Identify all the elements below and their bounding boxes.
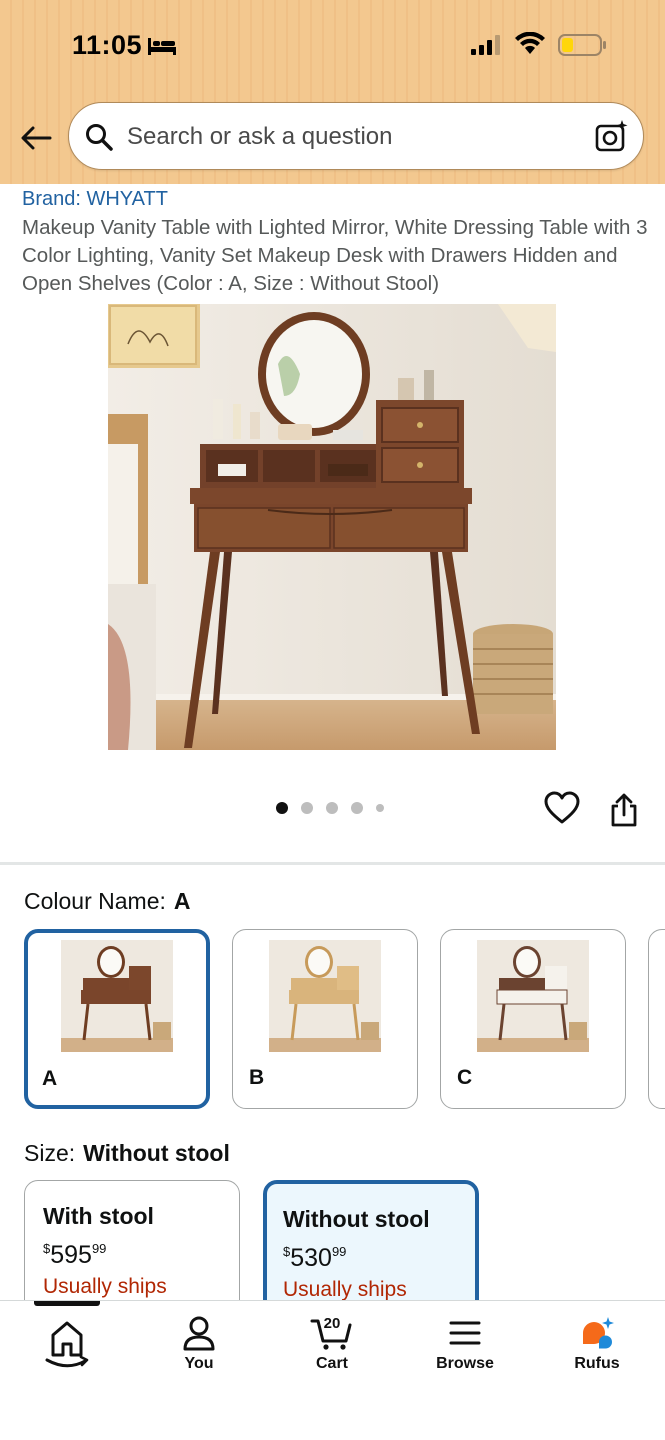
nav-cart[interactable]: 20 Cart [277, 1315, 387, 1373]
price-fraction: 99 [91, 1241, 107, 1256]
camera-search-icon[interactable] [595, 119, 629, 153]
nav-browse[interactable]: Browse [410, 1315, 520, 1373]
product-title: Makeup Vanity Table with Lighted Mirror,… [22, 216, 648, 295]
size-option-name: With stool [43, 1203, 154, 1229]
nav-home[interactable] [12, 1315, 122, 1375]
colour-thumbnail [269, 940, 381, 1052]
page-dot[interactable] [376, 804, 384, 812]
page-dot[interactable] [351, 802, 363, 814]
vanity-table-illustration [108, 304, 556, 750]
size-option-shipping: Usually ships [283, 1278, 407, 1301]
active-tab-indicator [34, 1301, 100, 1306]
colour-option-label: A [42, 1067, 58, 1090]
nav-label: Browse [436, 1355, 494, 1372]
size-option-with-stool[interactable]: With stool $59599 Usually ships [24, 1180, 240, 1320]
size-heading: Size: Without stool [24, 1140, 230, 1167]
price-whole: 595 [50, 1241, 92, 1269]
colour-option-c[interactable]: C [440, 929, 626, 1109]
heart-icon[interactable] [544, 791, 580, 825]
sleep-focus-icon [148, 38, 176, 55]
price-whole: 530 [290, 1244, 332, 1272]
colour-thumbnail [477, 940, 589, 1052]
bottom-navigation: You 20 Cart Browse Rufus [0, 1300, 665, 1440]
size-option-price: $59599 [43, 1241, 106, 1270]
brand-link[interactable]: Brand: WHYATT [22, 188, 168, 211]
search-placeholder: Search or ask a question [127, 123, 393, 150]
nav-rufus[interactable]: Rufus [542, 1315, 652, 1373]
colour-option-label: C [457, 1066, 473, 1089]
nav-label: Rufus [574, 1355, 620, 1372]
product-image[interactable] [108, 304, 556, 750]
colour-option-a[interactable]: A [24, 929, 210, 1109]
colour-option-label: B [249, 1066, 265, 1089]
size-option-shipping: Usually ships [43, 1275, 167, 1298]
arrow-left-icon [21, 126, 52, 150]
colour-option-more[interactable] [648, 929, 665, 1109]
cellular-signal-icon [471, 35, 500, 55]
menu-icon [449, 1321, 481, 1345]
status-time: 11:05 [72, 30, 143, 60]
page-dot[interactable] [301, 802, 313, 814]
user-icon [183, 1316, 215, 1351]
app-header: 11:05 Search or ask a question [0, 0, 665, 184]
search-icon [86, 124, 113, 151]
size-option-price: $53099 [283, 1244, 346, 1273]
size-option-without-stool[interactable]: Without stool $53099 Usually ships [263, 1180, 479, 1320]
back-button[interactable] [16, 120, 56, 156]
nav-you[interactable]: You [144, 1315, 254, 1373]
section-divider [0, 862, 665, 865]
size-label: Size: [24, 1140, 76, 1166]
size-selected-value: Without stool [83, 1140, 230, 1166]
share-icon[interactable] [608, 792, 640, 828]
nav-label: You [184, 1355, 214, 1372]
colour-thumbnail [61, 940, 173, 1052]
size-option-name: Without stool [283, 1206, 430, 1232]
nav-label: Cart [315, 1355, 348, 1372]
image-pagination[interactable] [276, 802, 384, 814]
colour-option-b[interactable]: B [232, 929, 418, 1109]
wifi-icon [515, 32, 545, 54]
rufus-icon [583, 1317, 614, 1349]
price-fraction: 99 [331, 1244, 347, 1259]
colour-selected-value: A [173, 888, 191, 914]
search-input[interactable]: Search or ask a question [68, 102, 644, 170]
battery-icon [558, 34, 606, 56]
colour-label: Colour Name: [24, 888, 166, 914]
page-dot[interactable] [326, 802, 338, 814]
cart-count-badge: 20 [323, 1315, 341, 1332]
colour-heading: Colour Name: A [24, 888, 191, 915]
home-icon [45, 1321, 89, 1368]
page-dot[interactable] [276, 802, 288, 814]
